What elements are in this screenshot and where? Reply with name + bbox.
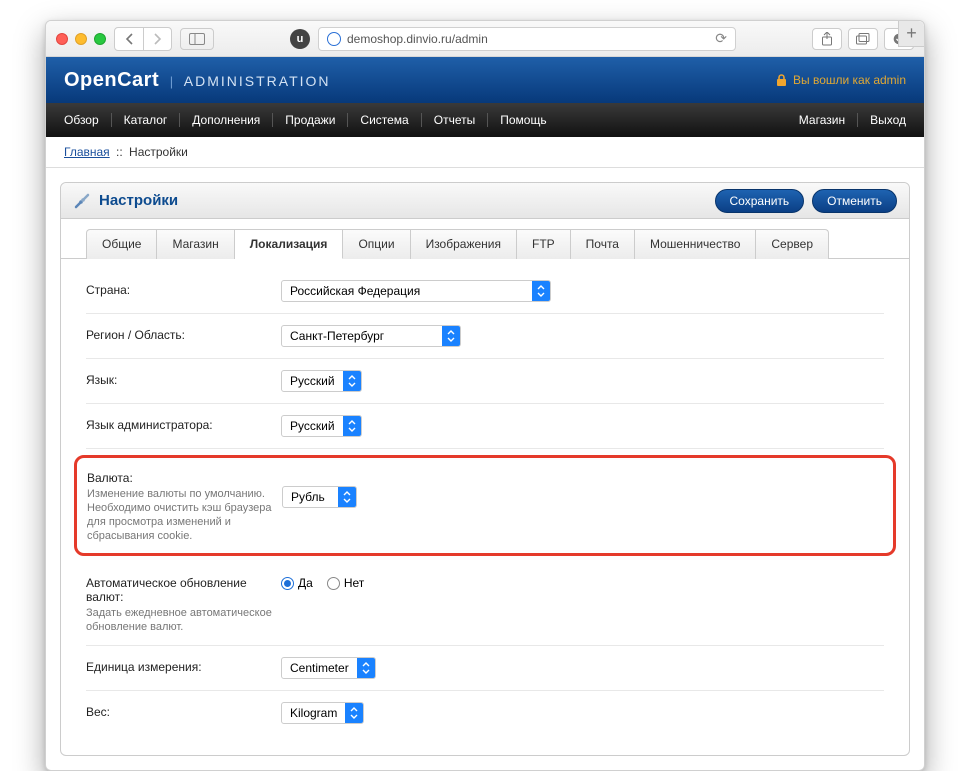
row-language: Язык: Русский (86, 359, 884, 404)
menu-reports[interactable]: Отчеты (422, 113, 488, 127)
extension-icon[interactable]: u (290, 29, 310, 49)
menu-help[interactable]: Помощь (488, 113, 558, 127)
breadcrumb-home[interactable]: Главная (64, 145, 110, 159)
address-bar[interactable]: demoshop.dinvio.ru/admin ⟳ (318, 27, 736, 51)
tab-ftp[interactable]: FTP (517, 229, 571, 259)
maximize-window[interactable] (94, 33, 106, 45)
unit-select[interactable]: Centimeter (281, 657, 376, 679)
tab-general[interactable]: Общие (86, 229, 157, 259)
chevron-updown-icon (442, 326, 460, 346)
settings-panel: Настройки Сохранить Отменить Общие Магаз… (60, 182, 910, 756)
url-text: demoshop.dinvio.ru/admin (347, 32, 488, 46)
chevron-updown-icon (343, 371, 361, 391)
site-icon (327, 32, 341, 46)
nav-buttons (114, 27, 172, 51)
login-status: Вы вошли как admin (776, 73, 906, 87)
back-button[interactable] (115, 28, 143, 50)
row-unit: Единица измерения: Centimeter (86, 646, 884, 691)
tab-fraud[interactable]: Мошенничество (635, 229, 756, 259)
chevron-updown-icon (357, 658, 375, 678)
settings-icon (73, 192, 91, 210)
breadcrumb: Главная :: Настройки (46, 137, 924, 168)
sidebar-button[interactable] (180, 28, 214, 50)
tabs-button[interactable] (848, 28, 878, 50)
admin-header: OpenCart | ADMINISTRATION Вы вошли как a… (46, 57, 924, 103)
menu-logout[interactable]: Выход (858, 113, 906, 127)
new-tab-button[interactable]: + (898, 21, 924, 47)
save-button[interactable]: Сохранить (715, 189, 805, 213)
chevron-updown-icon (532, 281, 550, 301)
minimize-window[interactable] (75, 33, 87, 45)
region-select[interactable]: Санкт-Петербург (281, 325, 461, 347)
tab-store[interactable]: Магазин (157, 229, 234, 259)
chevron-updown-icon (338, 487, 356, 507)
close-window[interactable] (56, 33, 68, 45)
share-button[interactable] (812, 28, 842, 50)
row-region: Регион / Область: Санкт-Петербург (86, 314, 884, 359)
menu-catalog[interactable]: Каталог (112, 113, 181, 127)
breadcrumb-current: Настройки (129, 145, 188, 159)
menu-system[interactable]: Система (348, 113, 421, 127)
lock-icon (776, 74, 787, 87)
tab-localization[interactable]: Локализация (235, 229, 344, 259)
tab-mail[interactable]: Почта (571, 229, 635, 259)
main-menu: Обзор Каталог Дополнения Продажи Система… (46, 103, 924, 137)
logo: OpenCart | ADMINISTRATION (64, 69, 331, 92)
language-select[interactable]: Русский (281, 370, 362, 392)
menu-extensions[interactable]: Дополнения (180, 113, 273, 127)
browser-toolbar: u demoshop.dinvio.ru/admin ⟳ + (46, 21, 924, 57)
menu-store[interactable]: Магазин (799, 113, 858, 127)
radio-icon (281, 577, 294, 590)
tab-bar: Общие Магазин Локализация Опции Изображе… (61, 219, 909, 259)
row-weight: Вес: Kilogram (86, 691, 884, 735)
forward-button[interactable] (143, 28, 171, 50)
radio-yes[interactable]: Да (281, 576, 313, 590)
tab-server[interactable]: Сервер (756, 229, 829, 259)
tab-images[interactable]: Изображения (411, 229, 517, 259)
menu-sales[interactable]: Продажи (273, 113, 348, 127)
reload-icon[interactable]: ⟳ (715, 30, 727, 47)
radio-icon (327, 577, 340, 590)
admin-language-select[interactable]: Русский (281, 415, 362, 437)
row-auto-update: Автоматическое обновление валют: Задать … (86, 562, 884, 646)
cancel-button[interactable]: Отменить (812, 189, 897, 213)
radio-no[interactable]: Нет (327, 576, 364, 590)
chevron-updown-icon (343, 416, 361, 436)
row-country: Страна: Российская Федерация (86, 269, 884, 314)
weight-select[interactable]: Kilogram (281, 702, 364, 724)
currency-select[interactable]: Рубль (282, 486, 357, 508)
country-select[interactable]: Российская Федерация (281, 280, 551, 302)
currency-highlight: Валюта: Изменение валюты по умолчанию. Н… (74, 455, 896, 556)
window-controls (56, 33, 106, 45)
chevron-updown-icon (345, 703, 363, 723)
menu-overview[interactable]: Обзор (64, 113, 112, 127)
row-currency: Валюта: Изменение валюты по умолчанию. Н… (87, 466, 883, 545)
row-admin-language: Язык администратора: Русский (86, 404, 884, 449)
panel-title: Настройки (99, 192, 178, 209)
tab-options[interactable]: Опции (343, 229, 410, 259)
